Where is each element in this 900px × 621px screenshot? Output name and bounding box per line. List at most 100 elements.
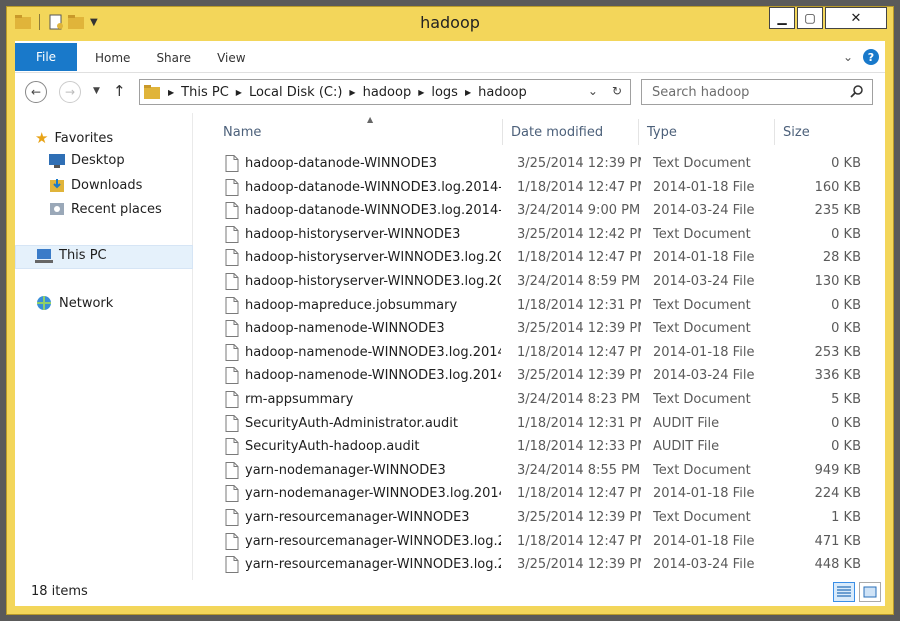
item-count: 18 items — [31, 584, 88, 599]
tab-view[interactable]: View — [217, 51, 245, 65]
text-file-icon — [225, 485, 239, 503]
table-row[interactable]: hadoop-namenode-WINNODE3.log.2014... 1/18… — [201, 342, 861, 365]
file-size: 0 KB — [831, 415, 861, 431]
table-row[interactable]: hadoop-namenode-WINNODE3.log.2014... 3/25… — [201, 365, 861, 388]
ribbon-right: ⌄ ? — [843, 49, 879, 65]
breadcrumb-arrow-icon[interactable]: ▶ — [168, 88, 174, 97]
tab-home[interactable]: Home — [95, 51, 130, 65]
file-date: 1/18/2014 12:47 PM — [517, 486, 641, 502]
text-file-icon — [225, 509, 239, 526]
table-row[interactable]: rm-appsummary 3/24/2014 8:23 PM Text Docum… — [201, 389, 861, 412]
sidebar-item-this-pc[interactable]: This PC — [35, 248, 107, 263]
file-size: 448 KB — [814, 557, 861, 573]
file-name: SecurityAuth-Administrator.audit — [245, 415, 458, 431]
column-header-label: Size — [783, 124, 810, 140]
file-name: hadoop-mapreduce.jobsummary — [245, 297, 458, 313]
search-icon[interactable] — [850, 84, 864, 98]
file-type: 2014-03-24 File — [653, 203, 755, 219]
recent-locations-icon[interactable]: ▼ — [93, 86, 100, 96]
file-date: 1/18/2014 12:47 PM — [517, 179, 641, 195]
file-name: yarn-resourcemanager-WINNODE3.log.2... — [245, 533, 501, 549]
table-row[interactable]: yarn-resourcemanager-WINNODE3 3/25/2014 1… — [201, 507, 861, 530]
sidebar-item-network[interactable]: Network — [35, 295, 113, 311]
tab-share[interactable]: Share — [156, 51, 191, 65]
breadcrumb-arrow-icon[interactable]: ▶ — [418, 88, 424, 97]
text-file-icon — [225, 556, 239, 574]
back-arrow-icon: ← — [30, 85, 42, 99]
breadcrumb-hadoop-current[interactable]: hadoop — [478, 85, 527, 100]
computer-icon — [35, 248, 53, 263]
column-header-type[interactable]: Type — [639, 119, 775, 145]
expand-ribbon-icon[interactable]: ⌄ — [843, 50, 853, 64]
file-type: 2014-01-18 File — [653, 344, 755, 360]
table-row[interactable]: hadoop-datanode-WINNODE3 3/25/2014 12:39 … — [201, 153, 861, 176]
recent-places-icon — [50, 203, 64, 215]
address-bar[interactable]: ▶ This PC ▶ Local Disk (C:) ▶ hadoop ▶ l… — [139, 79, 631, 105]
breadcrumb-logs[interactable]: logs — [431, 85, 458, 100]
file-list: ▲ Name Date modified Type Size hadoop-da… — [201, 115, 885, 580]
maximize-button[interactable]: ▢ — [797, 7, 823, 29]
file-size: 336 KB — [814, 368, 861, 384]
breadcrumb-arrow-icon[interactable]: ▶ — [349, 88, 355, 97]
minimize-button[interactable]: ▁ — [769, 7, 795, 29]
sort-ascending-icon: ▲ — [367, 115, 374, 124]
close-button[interactable]: ✕ — [825, 7, 887, 29]
table-row[interactable]: yarn-nodemanager-WINNODE3 3/24/2014 8:55 … — [201, 460, 861, 483]
back-button[interactable]: ← — [25, 81, 47, 103]
file-name: yarn-nodemanager-WINNODE3 — [245, 462, 446, 478]
table-row[interactable]: hadoop-mapreduce.jobsummary 1/18/2014 12:… — [201, 295, 861, 318]
tab-file[interactable]: File — [15, 43, 77, 71]
file-name: SecurityAuth-hadoop.audit — [245, 439, 420, 455]
up-button[interactable]: ↑ — [113, 82, 126, 100]
breadcrumb-local-disk[interactable]: Local Disk (C:) — [249, 85, 342, 100]
table-row[interactable]: hadoop-historyserver-WINNODE3.log.20... 3… — [201, 271, 861, 294]
table-row[interactable]: hadoop-historyserver-WINNODE3.log.20... 1… — [201, 247, 861, 270]
breadcrumb-this-pc[interactable]: This PC — [181, 85, 229, 100]
table-row[interactable]: hadoop-datanode-WINNODE3.log.2014-... 1/1… — [201, 177, 861, 200]
table-row[interactable]: SecurityAuth-Administrator.audit 1/18/201… — [201, 413, 861, 436]
help-icon[interactable]: ? — [863, 49, 879, 65]
file-date: 3/24/2014 8:59 PM — [517, 274, 641, 289]
file-type: Text Document — [653, 226, 751, 242]
file-date: 1/18/2014 12:47 PM — [517, 533, 641, 549]
file-name: hadoop-datanode-WINNODE3.log.2014-... — [245, 179, 501, 195]
table-row[interactable]: hadoop-datanode-WINNODE3.log.2014-... 3/2… — [201, 200, 861, 223]
refresh-icon[interactable]: ↻ — [612, 84, 622, 98]
chevron-down-icon[interactable]: ⌄ — [588, 84, 598, 98]
column-header-name[interactable]: ▲ Name — [215, 115, 503, 145]
column-header-date[interactable]: Date modified — [503, 119, 639, 145]
desktop-icon — [49, 153, 65, 168]
maximize-icon: ▢ — [804, 11, 816, 25]
large-icons-view-button[interactable] — [859, 582, 881, 602]
details-view-button[interactable] — [833, 582, 855, 602]
breadcrumb-arrow-icon[interactable]: ▶ — [236, 88, 242, 97]
sidebar-item-recent-places[interactable]: Recent places — [49, 201, 162, 217]
sidebar-item-downloads[interactable]: Downloads — [49, 177, 142, 193]
table-row[interactable]: hadoop-historyserver-WINNODE3 3/25/2014 1… — [201, 224, 861, 247]
file-type: Text Document — [653, 321, 751, 337]
table-row[interactable]: hadoop-namenode-WINNODE3 3/25/2014 12:39 … — [201, 318, 861, 341]
breadcrumb-hadoop[interactable]: hadoop — [363, 85, 412, 100]
file-name: hadoop-historyserver-WINNODE3.log.20... — [245, 250, 501, 266]
breadcrumb-arrow-icon[interactable]: ▶ — [465, 88, 471, 97]
column-header-size[interactable]: Size — [775, 119, 863, 145]
table-row[interactable]: yarn-nodemanager-WINNODE3.log.2014... 1/1… — [201, 483, 861, 506]
sidebar-item-favorites[interactable]: ★ Favorites — [35, 129, 113, 147]
view-buttons — [833, 582, 881, 602]
table-row[interactable]: yarn-resourcemanager-WINNODE3.log.2... 1/… — [201, 531, 861, 554]
forward-button[interactable]: → — [59, 81, 81, 103]
sidebar-item-desktop[interactable]: Desktop — [49, 153, 125, 168]
text-file-icon — [225, 178, 239, 196]
table-row[interactable]: SecurityAuth-hadoop.audit 1/18/2014 12:33… — [201, 436, 861, 459]
table-row[interactable]: yarn-resourcemanager-WINNODE3.log.2... 3/… — [201, 554, 861, 577]
file-size: 28 KB — [822, 250, 861, 266]
window-controls: ▁ ▢ ✕ — [767, 7, 887, 29]
file-date: 3/25/2014 12:39 PM — [517, 368, 641, 384]
file-type: 2014-01-18 File — [653, 533, 755, 549]
file-type: Text Document — [653, 392, 751, 407]
large-icons-view-icon — [863, 586, 877, 598]
text-file-icon — [225, 367, 239, 385]
sidebar-item-label: This PC — [59, 248, 107, 263]
details-view-icon — [837, 586, 851, 597]
search-input[interactable]: Search hadoop — [641, 79, 873, 105]
